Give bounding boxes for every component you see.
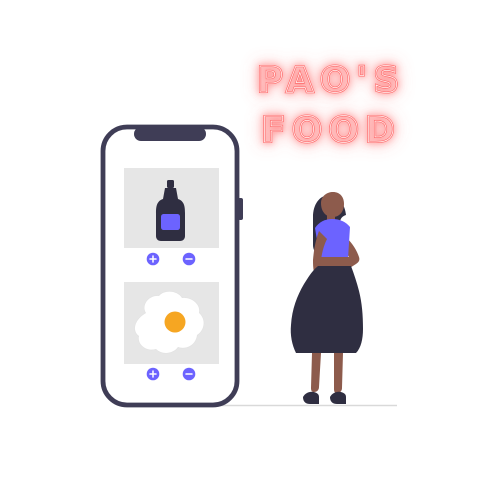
right-leg xyxy=(334,353,343,393)
product-tile xyxy=(124,168,219,248)
phone-side-button xyxy=(238,198,243,220)
product-tile xyxy=(124,282,219,364)
left-shoe xyxy=(303,391,319,404)
remove-egg-button[interactable] xyxy=(182,367,196,381)
add-egg-button[interactable] xyxy=(146,367,160,381)
logo-line-2-core: FOOD xyxy=(261,110,401,151)
hair xyxy=(313,195,346,256)
top xyxy=(315,219,350,259)
neck xyxy=(327,213,335,224)
fried-egg-icon xyxy=(134,291,204,353)
ketchup-bottle-icon xyxy=(156,180,185,241)
right-shoe xyxy=(330,391,346,404)
back-arm xyxy=(339,236,360,272)
logo-line-2: FOOD xyxy=(261,110,401,151)
waist xyxy=(317,257,350,268)
neon-logo: PAO'S FOOD PAO'S FOOD xyxy=(256,59,406,152)
skirt xyxy=(290,266,363,353)
head xyxy=(321,192,344,217)
front-arm xyxy=(313,231,327,281)
add-ketchup-button[interactable] xyxy=(146,252,160,266)
remove-ketchup-button[interactable] xyxy=(182,252,196,266)
food-app-scene: PAO'S FOOD PAO'S FOOD xyxy=(100,59,406,408)
logo-line-1-core: PAO'S xyxy=(257,60,406,101)
left-leg xyxy=(311,353,321,392)
logo-line-1: PAO'S xyxy=(257,60,406,101)
product-card-ketchup xyxy=(124,168,219,266)
woman-figure xyxy=(290,192,363,404)
hero-illustration: PAO'S FOOD PAO'S FOOD xyxy=(0,0,500,500)
phone xyxy=(100,124,243,408)
phone-notch xyxy=(134,127,206,141)
product-card-egg xyxy=(124,282,219,381)
phone-frame xyxy=(100,124,240,408)
